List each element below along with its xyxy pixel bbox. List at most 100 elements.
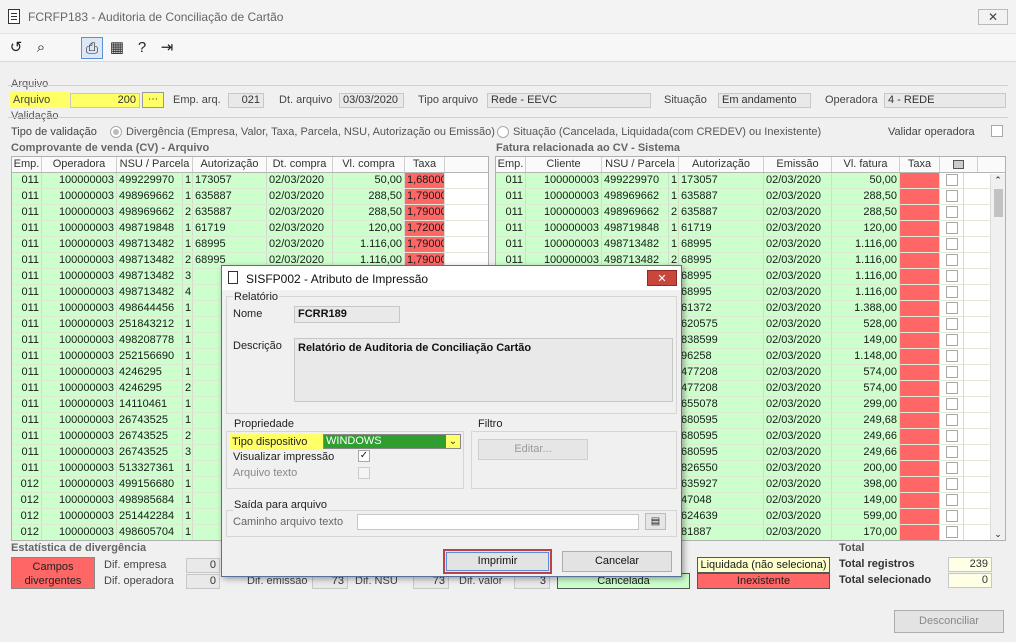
row-checkbox[interactable] — [945, 494, 958, 506]
table-cell: 100000003 — [42, 349, 117, 364]
table-cell: 498713482 — [117, 253, 183, 268]
table-cell: 02/03/2020 — [764, 509, 832, 524]
table-cell: 011 — [12, 189, 42, 204]
table-cell: 02/03/2020 — [764, 445, 832, 460]
tipo-dispositivo-value: WINDOWS — [326, 435, 382, 447]
row-checkbox[interactable] — [945, 286, 958, 298]
table-cell: 655078 — [679, 397, 764, 412]
row-checkbox[interactable] — [945, 478, 958, 490]
taxa-cell — [900, 413, 940, 428]
row-checkbox[interactable] — [945, 238, 958, 250]
column-header: Vl. fatura — [832, 157, 900, 172]
taxa-cell — [900, 237, 940, 252]
row-checkbox[interactable] — [945, 398, 958, 410]
row-checkbox[interactable] — [945, 414, 958, 426]
dt-arquivo-label: Dt. arquivo — [279, 94, 333, 106]
section-arquivo: Arquivo — [11, 78, 49, 90]
column-header: Emp. — [496, 157, 526, 172]
validar-operadora-checkbox[interactable] — [991, 125, 1003, 137]
row-checkbox[interactable] — [945, 462, 958, 474]
help-icon[interactable]: ? — [131, 37, 153, 59]
scroll-thumb[interactable] — [993, 189, 1003, 217]
row-checkbox[interactable] — [945, 366, 958, 378]
row-checkbox[interactable] — [945, 510, 958, 522]
tipo-dispositivo-select[interactable]: WINDOWS — [323, 434, 461, 449]
row-checkbox[interactable] — [945, 430, 958, 442]
row-checkbox[interactable] — [945, 302, 958, 314]
taxa-cell — [900, 301, 940, 316]
row-checkbox[interactable] — [945, 350, 958, 362]
table-cell: 1 — [183, 349, 193, 364]
table-cell: 02/03/2020 — [764, 269, 832, 284]
exit-icon[interactable]: ⇥ — [156, 37, 178, 59]
visualizar-impressao-label: Visualizar impressão — [233, 451, 335, 463]
row-checkbox[interactable] — [945, 222, 958, 234]
calendar-icon[interactable]: ▦ — [106, 37, 128, 59]
row-checkbox[interactable] — [945, 382, 958, 394]
browse-folder-icon[interactable]: ▤ — [645, 513, 666, 530]
row-checkbox[interactable] — [945, 334, 958, 346]
table-cell: 4246295 — [117, 365, 183, 380]
row-checkbox[interactable] — [945, 318, 958, 330]
table-cell: 2 — [183, 205, 193, 220]
right-grid-title: Fatura relacionada ao CV - Sistema — [496, 142, 681, 154]
search-icon[interactable]: ⌕ — [30, 37, 52, 59]
select-all-header[interactable] — [940, 157, 978, 172]
table-cell: 1,68000 — [405, 173, 445, 188]
operadora-field: 4 - REDE — [884, 93, 1006, 108]
chevron-down-icon[interactable]: ⌄ — [446, 435, 460, 448]
imprimir-button[interactable]: Imprimir — [443, 549, 552, 574]
table-cell: 574,00 — [832, 365, 900, 380]
row-select-cell — [940, 285, 964, 300]
radio-divergencia[interactable] — [110, 126, 122, 138]
row-checkbox[interactable] — [945, 526, 958, 538]
arquivo-texto-checkbox[interactable] — [358, 467, 370, 479]
row-checkbox[interactable] — [945, 174, 958, 186]
window-title: FCRFP183 - Auditoria de Conciliação de C… — [28, 10, 284, 24]
table-cell: 02/03/2020 — [764, 525, 832, 540]
descricao-label: Descrição — [233, 340, 282, 352]
table-cell: 47048 — [679, 493, 764, 508]
scroll-up-icon[interactable]: ⌃ — [991, 174, 1005, 186]
table-cell: 1 — [183, 365, 193, 380]
table-cell: 498208778 — [117, 333, 183, 348]
caminho-input[interactable] — [357, 514, 639, 530]
row-select-cell — [940, 397, 964, 412]
row-checkbox[interactable] — [945, 190, 958, 202]
print-icon[interactable]: ⎙ — [81, 37, 103, 59]
close-button[interactable]: ✕ — [978, 9, 1008, 25]
desconciliar-button[interactable]: Desconciliar — [894, 610, 1004, 633]
undo-icon[interactable]: ↺ — [5, 37, 27, 59]
table-cell: 011 — [12, 413, 42, 428]
vertical-scrollbar[interactable]: ⌃ ⌄ — [990, 174, 1005, 540]
taxa-cell — [900, 189, 940, 204]
row-select-cell — [940, 429, 964, 444]
total-selecionado-field: 0 — [948, 573, 992, 588]
scroll-down-icon[interactable]: ⌄ — [991, 528, 1005, 540]
table-cell: 1 — [183, 477, 193, 492]
table-cell: 1.116,00 — [333, 237, 405, 252]
row-checkbox[interactable] — [945, 270, 958, 282]
row-checkbox[interactable] — [945, 446, 958, 458]
table-cell: 398,00 — [832, 477, 900, 492]
lookup-icon[interactable]: ⋯ — [142, 92, 164, 108]
taxa-cell — [900, 429, 940, 444]
visualizar-impressao-checkbox[interactable]: ✓ — [358, 450, 370, 462]
table-cell: 599,00 — [832, 509, 900, 524]
arquivo-input[interactable]: 200 — [70, 93, 140, 108]
table-cell: 100000003 — [526, 237, 602, 252]
editar-button[interactable]: Editar... — [478, 439, 588, 460]
descricao-field: Relatório de Auditoria de Conciliação Ca… — [294, 338, 673, 402]
table-cell: 02/03/2020 — [764, 365, 832, 380]
table-cell: 528,00 — [832, 317, 900, 332]
tipo-arquivo-label: Tipo arquivo — [418, 94, 479, 106]
table-cell: 251442284 — [117, 509, 183, 524]
table-cell: 100000003 — [526, 221, 602, 236]
dialog-close-button[interactable]: ✕ — [647, 270, 677, 286]
cancelar-button[interactable]: Cancelar — [562, 551, 672, 572]
table-cell: 02/03/2020 — [764, 237, 832, 252]
fatura-grid-header: Emp. Cliente NSU / Parcela Autorização Emiss… — [496, 157, 1005, 173]
row-checkbox[interactable] — [945, 206, 958, 218]
radio-situacao[interactable] — [497, 126, 509, 138]
row-checkbox[interactable] — [945, 254, 958, 266]
